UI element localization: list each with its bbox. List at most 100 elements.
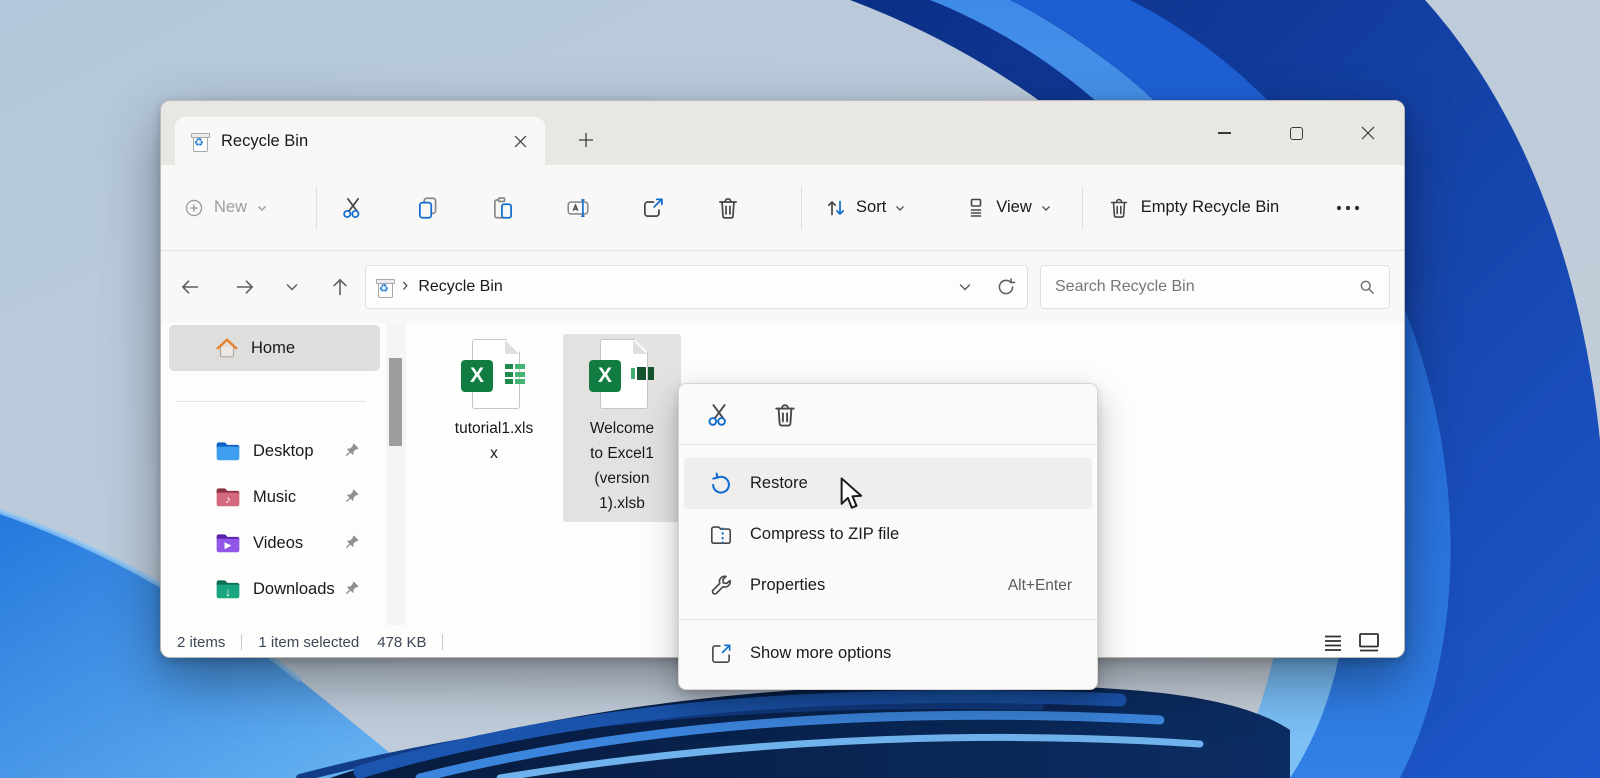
close-icon xyxy=(1361,126,1375,140)
command-bar: New Sort View Empty Recycle Bin xyxy=(161,165,1404,251)
tab-close-button[interactable] xyxy=(505,126,535,156)
sidebar-item-desktop[interactable]: Desktop xyxy=(169,428,380,474)
navigation-pane: Home Desktop ♪ Music ▶ Videos ↓ Download… xyxy=(161,323,386,625)
downloads-folder-icon: ↓ xyxy=(215,578,241,600)
more-options-button[interactable] xyxy=(1335,204,1361,212)
copy-icon xyxy=(419,196,437,219)
back-button[interactable] xyxy=(173,270,207,304)
file-name: Welcome to Excel1 (version 1).xlsb xyxy=(589,420,655,512)
play-glyph: ▶ xyxy=(224,540,232,550)
sidebar-item-downloads[interactable]: ↓ Downloads xyxy=(169,566,380,612)
menu-item-show-more-options[interactable]: Show more options xyxy=(684,628,1092,679)
share-icon xyxy=(644,197,663,217)
cut-icon xyxy=(708,404,726,426)
chevron-down-icon xyxy=(286,284,298,291)
chevron-down-icon xyxy=(258,205,267,211)
empty-recycle-bin-button[interactable]: Empty Recycle Bin xyxy=(1107,196,1279,220)
rename-button[interactable] xyxy=(556,186,600,230)
recycle-bin-icon: ♻ xyxy=(376,276,395,298)
paste-button[interactable] xyxy=(481,186,525,230)
breadcrumb-location[interactable]: Recycle Bin xyxy=(418,278,502,296)
window-controls xyxy=(1188,101,1404,165)
share-button[interactable] xyxy=(631,186,675,230)
selection-count: 1 item selected xyxy=(258,633,360,651)
toolbar-separator xyxy=(1081,185,1083,230)
delete-icon xyxy=(775,404,795,427)
new-tab-button[interactable] xyxy=(569,123,603,157)
maximize-icon xyxy=(1289,126,1303,140)
menu-item-label: Properties xyxy=(750,576,826,594)
sidebar-item-label: Home xyxy=(251,338,296,357)
menu-separator xyxy=(679,444,1097,445)
videos-folder-icon: ▶ xyxy=(215,532,241,554)
file-item-tutorial1[interactable]: X tutorial1.xlsx xyxy=(441,334,547,472)
forward-button[interactable] xyxy=(228,270,262,304)
sidebar-item-label: Desktop xyxy=(253,441,314,460)
tab-recycle-bin[interactable]: ♻ Recycle Bin xyxy=(175,117,545,165)
menu-separator xyxy=(679,619,1097,620)
sort-label: Sort xyxy=(856,198,887,216)
details-view-icon[interactable] xyxy=(1323,632,1343,652)
delete-quick-button[interactable] xyxy=(767,398,803,432)
large-thumbnails-view-icon[interactable] xyxy=(1358,632,1380,652)
breadcrumb-chevron: › xyxy=(402,275,409,296)
minimize-icon xyxy=(1217,132,1231,134)
status-separator xyxy=(241,634,243,650)
trash-icon xyxy=(1110,198,1128,218)
pin-icon[interactable] xyxy=(344,442,360,463)
restore-icon xyxy=(708,471,734,497)
tab-title: Recycle Bin xyxy=(221,131,309,150)
view-label: View xyxy=(996,198,1032,216)
address-row: ♻ › Recycle Bin xyxy=(161,251,1404,323)
scrollbar-thumb[interactable] xyxy=(389,358,402,446)
new-button[interactable]: New xyxy=(183,197,268,219)
pin-icon[interactable] xyxy=(344,488,360,509)
menu-item-compress-to-zip[interactable]: Compress to ZIP file xyxy=(684,509,1092,560)
up-button[interactable] xyxy=(323,270,357,304)
sidebar-item-home[interactable]: Home xyxy=(169,325,380,371)
music-folder-icon: ♪ xyxy=(215,486,241,508)
address-dropdown-icon[interactable] xyxy=(957,279,973,295)
sidebar-item-label: Downloads xyxy=(253,579,335,598)
forward-icon xyxy=(236,280,254,294)
sidebar-scrollbar[interactable] xyxy=(386,323,406,625)
sidebar-separator xyxy=(177,401,366,402)
cut-quick-button[interactable] xyxy=(701,398,737,432)
view-button[interactable]: View xyxy=(964,196,1051,220)
cut-button[interactable] xyxy=(331,186,375,230)
menu-item-restore[interactable]: Restore xyxy=(684,458,1092,509)
menu-item-properties[interactable]: Properties Alt+Enter xyxy=(684,560,1092,611)
file-name: tutorial1.xlsx xyxy=(454,420,534,462)
close-button[interactable] xyxy=(1332,101,1404,165)
minimize-button[interactable] xyxy=(1188,101,1260,165)
desktop: ♻ Recycle Bin New Sort View Empty Recycl… xyxy=(0,0,1600,778)
recent-locations-button[interactable] xyxy=(275,270,309,304)
show-more-options-icon xyxy=(708,641,734,667)
new-label: New xyxy=(214,198,248,216)
copy-button[interactable] xyxy=(406,186,450,230)
file-item-welcome-to-excel1[interactable]: X Welcome to Excel1 (version 1).xlsb xyxy=(563,334,681,522)
toolbar-separator xyxy=(316,185,318,230)
toolbar-separator xyxy=(801,185,803,230)
mouse-cursor xyxy=(840,477,863,509)
address-bar[interactable]: ♻ › Recycle Bin xyxy=(365,265,1028,309)
cut-icon xyxy=(343,197,360,218)
view-icon xyxy=(970,198,982,217)
sidebar-item-label: Music xyxy=(253,487,297,506)
sidebar-item-videos[interactable]: ▶ Videos xyxy=(169,520,380,566)
search-input[interactable] xyxy=(1053,277,1357,297)
pin-icon[interactable] xyxy=(344,534,360,555)
home-icon xyxy=(215,336,239,360)
menu-item-shortcut: Alt+Enter xyxy=(1007,576,1072,594)
search-icon xyxy=(1360,280,1374,294)
recycle-bin-icon: ♻ xyxy=(191,130,210,152)
context-quick-actions xyxy=(679,394,1097,444)
sort-button[interactable]: Sort xyxy=(824,196,906,220)
new-plus-icon xyxy=(185,199,203,216)
status-separator xyxy=(442,634,444,650)
delete-button[interactable] xyxy=(706,186,750,230)
maximize-button[interactable] xyxy=(1260,101,1332,165)
refresh-icon[interactable] xyxy=(995,276,1017,298)
sidebar-item-music[interactable]: ♪ Music xyxy=(169,474,380,520)
pin-icon[interactable] xyxy=(344,580,360,601)
